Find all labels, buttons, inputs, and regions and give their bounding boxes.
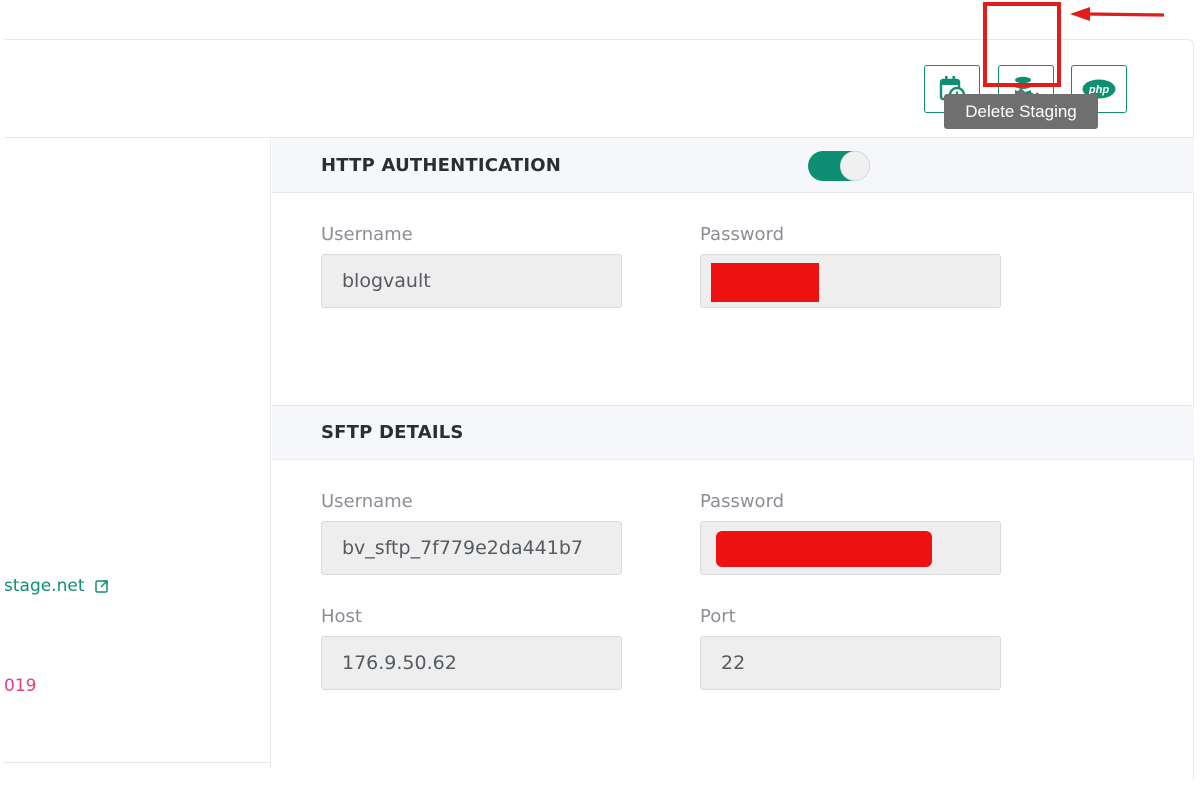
left-column: stage.net 019	[4, 139, 271, 769]
staging-url-link[interactable]: stage.net	[4, 576, 109, 596]
http-auth-title: HTTP AUTHENTICATION	[321, 154, 562, 176]
delete-staging-tooltip: Delete Staging	[944, 88, 1098, 129]
toggle-knob	[840, 151, 870, 181]
sftp-password-label: Password	[700, 491, 785, 512]
http-username-input[interactable]	[321, 254, 622, 308]
redaction-mark	[716, 531, 932, 567]
external-link-icon	[95, 580, 108, 593]
created-date-text: 019	[4, 676, 37, 696]
redaction-mark	[711, 263, 819, 302]
sftp-port-label: Port	[700, 606, 736, 627]
http-username-label: Username	[321, 224, 413, 245]
sftp-port-input[interactable]	[700, 636, 1001, 690]
sftp-username-label: Username	[321, 491, 413, 512]
sftp-host-label: Host	[321, 606, 362, 627]
http-password-label: Password	[700, 224, 785, 245]
left-divider	[4, 762, 270, 763]
http-auth-toggle[interactable]	[808, 151, 870, 181]
sftp-username-input[interactable]	[321, 521, 622, 575]
staging-url-text: stage.net	[4, 576, 85, 596]
http-auth-header: HTTP AUTHENTICATION	[272, 138, 1194, 193]
annotation-arrow-icon	[1070, 7, 1165, 21]
sftp-details-title: SFTP DETAILS	[321, 422, 464, 443]
sftp-host-input[interactable]	[321, 636, 622, 690]
sftp-details-header: SFTP DETAILS	[272, 405, 1194, 460]
